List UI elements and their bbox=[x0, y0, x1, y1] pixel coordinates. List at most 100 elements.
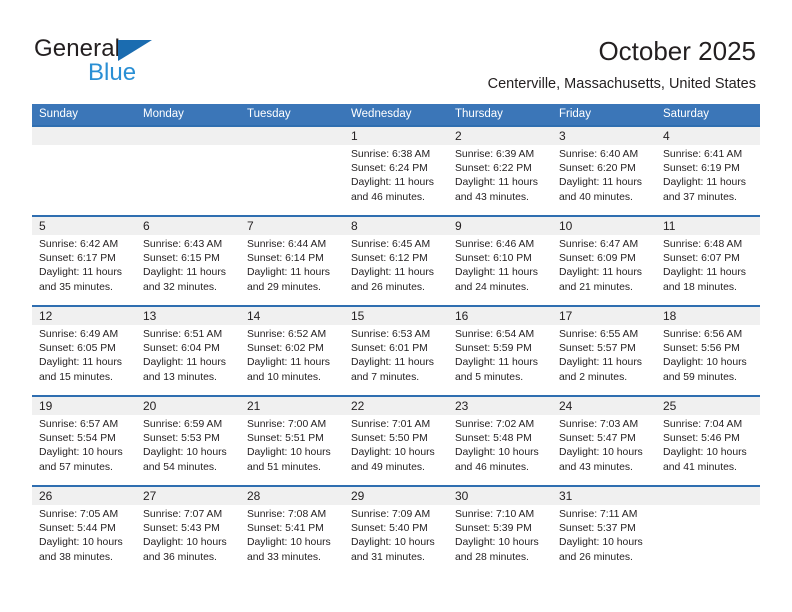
day-sun-info: Sunrise: 7:08 AM Sunset: 5:41 PM Daylight:… bbox=[240, 505, 344, 565]
sunset-text: Sunset: 6:22 PM bbox=[455, 163, 532, 175]
calendar-day-cell[interactable]: 17 Sunrise: 6:55 AM Sunset: 5:57 PM Dayligh… bbox=[552, 307, 656, 395]
calendar-day-cell[interactable]: 23 Sunrise: 7:02 AM Sunset: 5:48 PM Dayligh… bbox=[448, 397, 552, 485]
calendar-day-cell[interactable]: 21 Sunrise: 7:00 AM Sunset: 5:51 PM Dayligh… bbox=[240, 397, 344, 485]
sunset-text: Sunset: 5:56 PM bbox=[663, 343, 740, 355]
day-number: 15 bbox=[351, 309, 365, 323]
calendar-day-cell[interactable]: 20 Sunrise: 6:59 AM Sunset: 5:53 PM Dayligh… bbox=[136, 397, 240, 485]
sunrise-text: Sunrise: 6:52 AM bbox=[247, 329, 327, 340]
day-number: 31 bbox=[559, 489, 573, 503]
calendar-day-cell[interactable]: 25 Sunrise: 7:04 AM Sunset: 5:46 PM Dayligh… bbox=[656, 397, 760, 485]
calendar-day-cell[interactable]: 31 Sunrise: 7:11 AM Sunset: 5:37 PM Dayligh… bbox=[552, 487, 656, 575]
sunset-text: Sunset: 6:05 PM bbox=[39, 343, 116, 355]
day-number: 28 bbox=[247, 489, 261, 503]
sunset-text: Sunset: 5:44 PM bbox=[39, 523, 116, 535]
calendar-week-row: 5 Sunrise: 6:42 AM Sunset: 6:17 PM Daylight… bbox=[32, 215, 760, 305]
day-number-band: 25 bbox=[656, 397, 760, 415]
calendar-day-cell[interactable]: 29 Sunrise: 7:09 AM Sunset: 5:40 PM Dayligh… bbox=[344, 487, 448, 575]
day-number: 6 bbox=[143, 219, 150, 233]
day-sun-info: Sunrise: 6:43 AM Sunset: 6:15 PM Daylight:… bbox=[136, 235, 240, 295]
sunset-text: Sunset: 6:14 PM bbox=[247, 253, 324, 265]
day-number-band: 16 bbox=[448, 307, 552, 325]
sunset-text: Sunset: 5:43 PM bbox=[143, 523, 220, 535]
day-number: 19 bbox=[39, 399, 53, 413]
day-sun-info: Sunrise: 7:04 AM Sunset: 5:46 PM Daylight:… bbox=[656, 415, 760, 475]
calendar-day-cell[interactable]: 30 Sunrise: 7:10 AM Sunset: 5:39 PM Dayligh… bbox=[448, 487, 552, 575]
sunrise-text: Sunrise: 6:44 AM bbox=[247, 239, 327, 250]
calendar-day-cell[interactable]: 1 Sunrise: 6:38 AM Sunset: 6:24 PM Daylight… bbox=[344, 127, 448, 215]
sunset-text: Sunset: 5:37 PM bbox=[559, 523, 636, 535]
day-number: 30 bbox=[455, 489, 469, 503]
day-number-band: 21 bbox=[240, 397, 344, 415]
calendar-day-cell[interactable]: 15 Sunrise: 6:53 AM Sunset: 6:01 PM Dayligh… bbox=[344, 307, 448, 395]
day-sun-info: Sunrise: 6:48 AM Sunset: 6:07 PM Daylight:… bbox=[656, 235, 760, 295]
page-subtitle-location: Centerville, Massachusetts, United State… bbox=[487, 76, 756, 92]
sunset-text: Sunset: 6:17 PM bbox=[39, 253, 116, 265]
daylight-text: Daylight: 10 hours and 38 minutes. bbox=[39, 537, 123, 563]
day-sun-info: Sunrise: 6:41 AM Sunset: 6:19 PM Daylight:… bbox=[656, 145, 760, 205]
calendar-day-cell[interactable]: 7 Sunrise: 6:44 AM Sunset: 6:14 PM Daylight… bbox=[240, 217, 344, 305]
day-number-band: 13 bbox=[136, 307, 240, 325]
day-number: 26 bbox=[39, 489, 53, 503]
sunset-text: Sunset: 5:59 PM bbox=[455, 343, 532, 355]
calendar-day-cell[interactable]: 26 Sunrise: 7:05 AM Sunset: 5:44 PM Dayligh… bbox=[32, 487, 136, 575]
calendar-day-cell[interactable]: 5 Sunrise: 6:42 AM Sunset: 6:17 PM Daylight… bbox=[32, 217, 136, 305]
calendar-day-cell[interactable]: 12 Sunrise: 6:49 AM Sunset: 6:05 PM Dayligh… bbox=[32, 307, 136, 395]
calendar-page: General Blue October 2025 Centerville, M… bbox=[0, 0, 792, 612]
day-sun-info: Sunrise: 7:11 AM Sunset: 5:37 PM Daylight:… bbox=[552, 505, 656, 565]
sunrise-text: Sunrise: 6:54 AM bbox=[455, 329, 535, 340]
day-sun-info: Sunrise: 6:39 AM Sunset: 6:22 PM Daylight:… bbox=[448, 145, 552, 205]
general-blue-logo[interactable]: General Blue bbox=[34, 36, 224, 88]
page-header: General Blue October 2025 Centerville, M… bbox=[0, 0, 792, 100]
day-number-band: 17 bbox=[552, 307, 656, 325]
calendar-day-cell[interactable]: 8 Sunrise: 6:45 AM Sunset: 6:12 PM Daylight… bbox=[344, 217, 448, 305]
calendar-day-cell[interactable]: 24 Sunrise: 7:03 AM Sunset: 5:47 PM Dayligh… bbox=[552, 397, 656, 485]
day-number-band: 18 bbox=[656, 307, 760, 325]
day-sun-info: Sunrise: 6:45 AM Sunset: 6:12 PM Daylight:… bbox=[344, 235, 448, 295]
calendar-day-cell[interactable]: 18 Sunrise: 6:56 AM Sunset: 5:56 PM Dayligh… bbox=[656, 307, 760, 395]
sunrise-text: Sunrise: 6:39 AM bbox=[455, 149, 535, 160]
day-sun-info: Sunrise: 6:47 AM Sunset: 6:09 PM Daylight:… bbox=[552, 235, 656, 295]
daylight-text: Daylight: 11 hours and 35 minutes. bbox=[39, 267, 122, 293]
sunset-text: Sunset: 6:24 PM bbox=[351, 163, 428, 175]
calendar-day-cell[interactable]: 4 Sunrise: 6:41 AM Sunset: 6:19 PM Daylight… bbox=[656, 127, 760, 215]
day-number: 20 bbox=[143, 399, 157, 413]
calendar-day-cell[interactable]: 14 Sunrise: 6:52 AM Sunset: 6:02 PM Dayligh… bbox=[240, 307, 344, 395]
day-number: 16 bbox=[455, 309, 469, 323]
calendar-day-cell[interactable]: 10 Sunrise: 6:47 AM Sunset: 6:09 PM Dayligh… bbox=[552, 217, 656, 305]
sunrise-text: Sunrise: 7:02 AM bbox=[455, 419, 535, 430]
calendar-day-cell-empty bbox=[32, 127, 136, 215]
calendar-day-cell[interactable]: 2 Sunrise: 6:39 AM Sunset: 6:22 PM Daylight… bbox=[448, 127, 552, 215]
calendar-day-cell[interactable]: 16 Sunrise: 6:54 AM Sunset: 5:59 PM Dayligh… bbox=[448, 307, 552, 395]
day-number: 9 bbox=[455, 219, 462, 233]
day-number-band: 12 bbox=[32, 307, 136, 325]
calendar-day-cell[interactable]: 28 Sunrise: 7:08 AM Sunset: 5:41 PM Dayligh… bbox=[240, 487, 344, 575]
sunset-text: Sunset: 6:07 PM bbox=[663, 253, 740, 265]
daylight-text: Daylight: 11 hours and 26 minutes. bbox=[351, 267, 434, 293]
sunrise-text: Sunrise: 7:07 AM bbox=[143, 509, 223, 520]
sunrise-text: Sunrise: 6:57 AM bbox=[39, 419, 119, 430]
sunrise-text: Sunrise: 6:49 AM bbox=[39, 329, 119, 340]
daylight-text: Daylight: 11 hours and 5 minutes. bbox=[455, 357, 538, 383]
calendar-day-cell[interactable]: 13 Sunrise: 6:51 AM Sunset: 6:04 PM Dayligh… bbox=[136, 307, 240, 395]
calendar-day-cell[interactable]: 19 Sunrise: 6:57 AM Sunset: 5:54 PM Dayligh… bbox=[32, 397, 136, 485]
daylight-text: Daylight: 11 hours and 32 minutes. bbox=[143, 267, 226, 293]
day-number-band: 1 bbox=[344, 127, 448, 145]
day-number-band bbox=[136, 127, 240, 145]
calendar-day-cell[interactable]: 27 Sunrise: 7:07 AM Sunset: 5:43 PM Dayligh… bbox=[136, 487, 240, 575]
calendar-day-cell[interactable]: 11 Sunrise: 6:48 AM Sunset: 6:07 PM Dayligh… bbox=[656, 217, 760, 305]
day-number: 11 bbox=[663, 219, 676, 233]
daylight-text: Daylight: 11 hours and 37 minutes. bbox=[663, 177, 746, 203]
day-number: 12 bbox=[39, 309, 53, 323]
calendar-day-cell[interactable]: 3 Sunrise: 6:40 AM Sunset: 6:20 PM Daylight… bbox=[552, 127, 656, 215]
calendar-day-cell[interactable]: 22 Sunrise: 7:01 AM Sunset: 5:50 PM Dayligh… bbox=[344, 397, 448, 485]
day-number: 14 bbox=[247, 309, 261, 323]
sunset-text: Sunset: 6:02 PM bbox=[247, 343, 324, 355]
calendar-day-cell[interactable]: 6 Sunrise: 6:43 AM Sunset: 6:15 PM Daylight… bbox=[136, 217, 240, 305]
sunset-text: Sunset: 6:19 PM bbox=[663, 163, 740, 175]
calendar-day-cell[interactable]: 9 Sunrise: 6:46 AM Sunset: 6:10 PM Daylight… bbox=[448, 217, 552, 305]
daylight-text: Daylight: 11 hours and 24 minutes. bbox=[455, 267, 538, 293]
sunset-text: Sunset: 6:15 PM bbox=[143, 253, 220, 265]
sunrise-text: Sunrise: 7:08 AM bbox=[247, 509, 327, 520]
sunrise-text: Sunrise: 6:48 AM bbox=[663, 239, 743, 250]
sunrise-text: Sunrise: 6:56 AM bbox=[663, 329, 743, 340]
